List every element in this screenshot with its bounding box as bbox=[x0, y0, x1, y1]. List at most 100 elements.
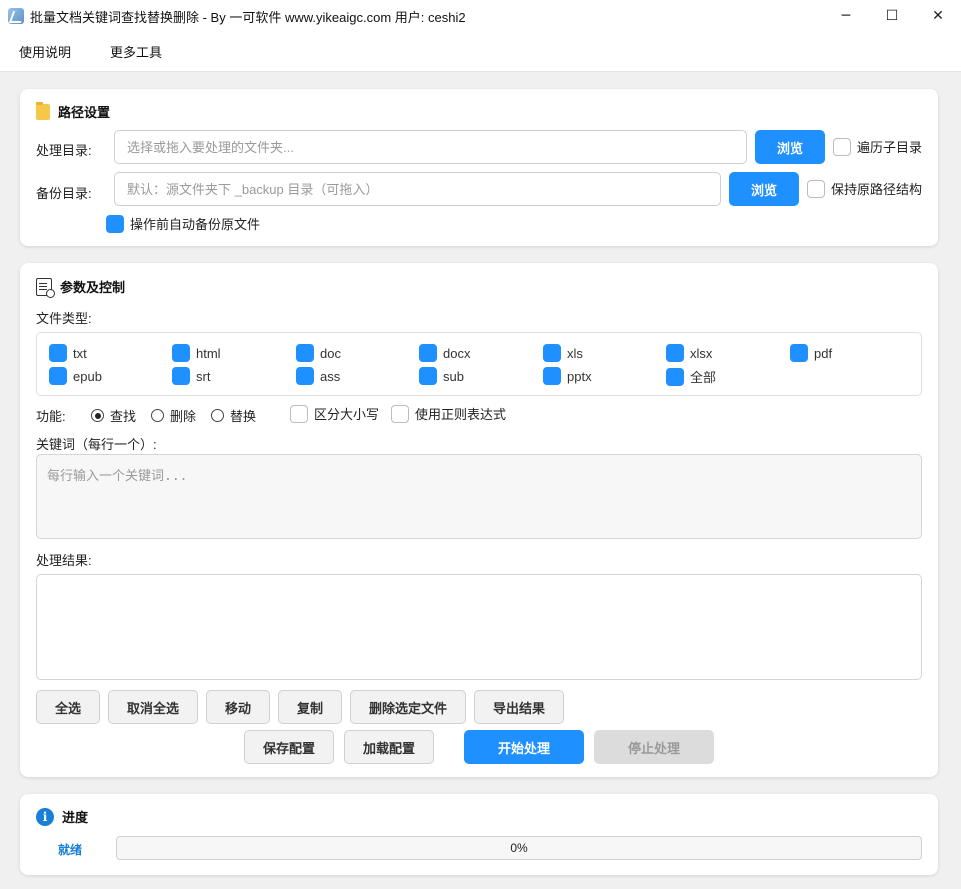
params-title: 参数及控制 bbox=[36, 277, 126, 298]
process-dir-input[interactable] bbox=[114, 130, 747, 164]
backup-dir-input[interactable] bbox=[114, 172, 721, 206]
regex-checkbox-label: 使用正则表达式 bbox=[415, 407, 507, 422]
type-epub-box[interactable] bbox=[49, 367, 67, 385]
process-dir-label: 处理目录: bbox=[36, 143, 92, 158]
minimize-button[interactable]: ─ bbox=[823, 0, 869, 32]
type-xls[interactable]: xls bbox=[543, 344, 583, 362]
type-xlsx[interactable]: xlsx bbox=[666, 344, 712, 362]
start-button[interactable]: 开始处理 bbox=[464, 730, 584, 764]
type-pptx-box[interactable] bbox=[543, 367, 561, 385]
title-bar: 批量文档关键词查找替换删除 - By 一可软件 www.yikeaigc.com… bbox=[0, 0, 961, 32]
path-settings-title: 路径设置 bbox=[36, 101, 111, 121]
radio-replace[interactable]: 替换 bbox=[211, 406, 256, 425]
type-xlsx-label: xlsx bbox=[690, 345, 713, 361]
type-pdf[interactable]: pdf bbox=[790, 344, 832, 362]
type-srt-label: srt bbox=[196, 368, 211, 384]
backup-dir-label: 备份目录: bbox=[36, 186, 92, 201]
type-txt-box[interactable] bbox=[49, 344, 67, 362]
type-doc-box[interactable] bbox=[296, 344, 314, 362]
radio-delete-dot[interactable] bbox=[151, 409, 164, 422]
type-doc-label: doc bbox=[320, 345, 341, 361]
status-label: 就绪 bbox=[58, 843, 83, 857]
type-xls-label: xls bbox=[567, 345, 583, 361]
move-button[interactable]: 移动 bbox=[206, 690, 270, 724]
type-pptx-label: pptx bbox=[567, 368, 592, 384]
case-sensitive-checkbox[interactable]: 区分大小写 bbox=[290, 404, 379, 423]
type-srt[interactable]: srt bbox=[172, 367, 210, 385]
radio-find-dot[interactable] bbox=[91, 409, 104, 422]
type-pptx[interactable]: pptx bbox=[543, 367, 592, 385]
progress-card: i 进度 就绪 0% bbox=[20, 794, 938, 875]
type-sub-box[interactable] bbox=[419, 367, 437, 385]
auto-backup-checkbox[interactable]: 操作前自动备份原文件 bbox=[106, 214, 260, 233]
radio-replace-dot[interactable] bbox=[211, 409, 224, 422]
maximize-button[interactable]: ☐ bbox=[869, 0, 915, 32]
type-sub-label: sub bbox=[443, 368, 464, 384]
info-icon: i bbox=[36, 807, 54, 826]
browse-backup-button[interactable]: 浏览 bbox=[729, 172, 799, 206]
radio-find[interactable]: 查找 bbox=[91, 406, 136, 425]
regex-checkbox[interactable]: 使用正则表达式 bbox=[391, 404, 506, 423]
recursive-checkbox-box[interactable] bbox=[833, 137, 851, 156]
case-sensitive-checkbox-label: 区分大小写 bbox=[314, 407, 380, 422]
radio-delete[interactable]: 删除 bbox=[151, 406, 196, 425]
type-ass-label: ass bbox=[320, 368, 341, 384]
type-docx[interactable]: docx bbox=[419, 344, 470, 362]
browse-process-button[interactable]: 浏览 bbox=[755, 130, 825, 164]
keep-structure-checkbox-box[interactable] bbox=[807, 179, 825, 198]
type-doc[interactable]: doc bbox=[296, 344, 341, 362]
function-label: 功能: bbox=[36, 409, 66, 424]
type-xls-box[interactable] bbox=[543, 344, 561, 362]
case-sensitive-checkbox-box[interactable] bbox=[290, 404, 308, 423]
params-title-text: 参数及控制 bbox=[60, 280, 126, 295]
type-srt-box[interactable] bbox=[172, 367, 190, 385]
select-all-button[interactable]: 全选 bbox=[36, 690, 100, 724]
type-txt[interactable]: txt bbox=[49, 344, 87, 362]
radio-find-label: 查找 bbox=[110, 409, 137, 424]
delete-selected-button[interactable]: 删除选定文件 bbox=[350, 690, 466, 724]
copy-button[interactable]: 复制 bbox=[278, 690, 342, 724]
menu-more-tools[interactable]: 更多工具 bbox=[110, 42, 162, 61]
results-list[interactable] bbox=[36, 574, 922, 680]
type-epub[interactable]: epub bbox=[49, 367, 102, 385]
radio-delete-label: 删除 bbox=[170, 409, 197, 424]
close-button[interactable]: ✕ bbox=[915, 0, 961, 32]
type-html-box[interactable] bbox=[172, 344, 190, 362]
export-results-button[interactable]: 导出结果 bbox=[474, 690, 564, 724]
type-ass-box[interactable] bbox=[296, 367, 314, 385]
stop-button[interactable]: 停止处理 bbox=[594, 730, 714, 764]
load-config-button[interactable]: 加载配置 bbox=[344, 730, 434, 764]
menu-help[interactable]: 使用说明 bbox=[19, 42, 71, 61]
window-controls: ─ ☐ ✕ bbox=[823, 0, 961, 32]
keywords-label: 关键词（每行一个）: bbox=[36, 437, 157, 452]
radio-replace-label: 替换 bbox=[230, 409, 257, 424]
type-sub[interactable]: sub bbox=[419, 367, 464, 385]
results-label: 处理结果: bbox=[36, 553, 92, 568]
type-ass[interactable]: ass bbox=[296, 367, 340, 385]
path-settings-card: 路径设置 处理目录: 浏览 遍历子目录 备份目录: 浏览 保持原路径结构 操作前… bbox=[20, 89, 938, 246]
type-all[interactable]: 全部 bbox=[666, 367, 716, 386]
type-xlsx-box[interactable] bbox=[666, 344, 684, 362]
params-card: 参数及控制 文件类型: txt html doc docx xls xlsx p… bbox=[20, 263, 938, 777]
type-all-label: 全部 bbox=[690, 370, 717, 385]
type-all-box[interactable] bbox=[666, 367, 684, 386]
window-title: 批量文档关键词查找替换删除 - By 一可软件 www.yikeaigc.com… bbox=[30, 9, 466, 25]
type-docx-box[interactable] bbox=[419, 344, 437, 362]
type-pdf-box[interactable] bbox=[790, 344, 808, 362]
recursive-checkbox-label: 遍历子目录 bbox=[857, 140, 923, 155]
deselect-all-button[interactable]: 取消全选 bbox=[108, 690, 198, 724]
keywords-textarea[interactable] bbox=[36, 454, 922, 539]
save-config-button[interactable]: 保存配置 bbox=[244, 730, 334, 764]
recursive-checkbox[interactable]: 遍历子目录 bbox=[833, 137, 922, 156]
type-pdf-label: pdf bbox=[814, 345, 833, 361]
folder-icon bbox=[36, 101, 50, 120]
path-settings-title-text: 路径设置 bbox=[58, 105, 111, 120]
progress-title-text: 进度 bbox=[62, 810, 89, 825]
regex-checkbox-box[interactable] bbox=[391, 404, 409, 423]
progress-percent: 0% bbox=[510, 841, 528, 855]
type-docx-label: docx bbox=[443, 345, 471, 361]
auto-backup-checkbox-box[interactable] bbox=[106, 214, 124, 233]
type-html[interactable]: html bbox=[172, 344, 221, 362]
type-epub-label: epub bbox=[73, 368, 102, 384]
keep-structure-checkbox[interactable]: 保持原路径结构 bbox=[807, 179, 922, 198]
